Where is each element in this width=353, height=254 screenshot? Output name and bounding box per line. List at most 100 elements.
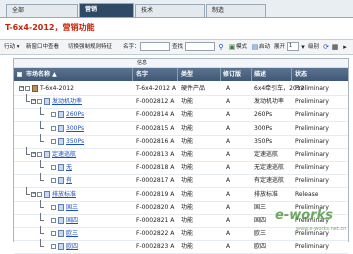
table-row[interactable]: 350Ps F-0002816 A 功能 A 350Ps Preliminary <box>14 133 348 149</box>
column-header-name[interactable]: 名字 <box>136 68 148 81</box>
market-name-link[interactable]: 发动机功率 <box>52 95 82 108</box>
column-header-type[interactable]: 类型 <box>181 68 193 81</box>
row-checkbox[interactable] <box>51 244 56 250</box>
market-name-link[interactable]: 排放标准 <box>52 188 76 201</box>
table-row[interactable]: − 排放标准 F-0002819 A 功能 A 排放标准 Release <box>14 186 348 202</box>
row-checkbox[interactable] <box>51 138 56 144</box>
tree-connector <box>26 154 30 155</box>
expand-level-select[interactable]: 1 <box>287 42 299 51</box>
toolbar: 行动 ▾ 新窗口中查看 切换强制规则特征 名字： 查找 ⚲ ▣ 模式 ▤ 启动 … <box>0 39 353 55</box>
row-checkbox[interactable] <box>51 204 56 210</box>
row-checkbox[interactable] <box>51 218 56 223</box>
row-checkbox[interactable] <box>51 112 56 118</box>
tree-connector <box>40 246 44 248</box>
feature-icon <box>44 151 50 158</box>
column-separator[interactable] <box>251 68 252 81</box>
row-checkbox[interactable] <box>51 231 56 237</box>
collapse-toggle[interactable]: − <box>31 99 36 105</box>
market-name-link[interactable]: 260Ps <box>66 108 84 121</box>
table-row[interactable]: 260Ps F-0002814 A 功能 A 260Ps Preliminary <box>14 107 348 123</box>
market-name-link[interactable]: 国三 <box>66 201 78 214</box>
open-new-window-button[interactable]: 新窗口中查看 <box>26 42 59 52</box>
name-value: F-0002816 <box>136 137 169 145</box>
mode-button[interactable]: 模式 <box>236 42 247 52</box>
name-value: F-0002821 <box>136 217 169 224</box>
tab-marketing[interactable]: 营销 <box>79 3 134 17</box>
collapse-toggle[interactable]: − <box>31 152 36 157</box>
row-checkbox[interactable] <box>51 125 56 131</box>
tab-technology[interactable]: 技术 <box>135 4 205 17</box>
market-name-link[interactable]: 欧三 <box>66 227 78 240</box>
description-cell: 发动机功率 <box>254 98 285 106</box>
row-checkbox[interactable] <box>37 191 42 197</box>
row-checkbox[interactable] <box>37 99 42 105</box>
name-cell: F-0002816 A <box>136 135 174 148</box>
table-row[interactable]: 无 F-0002818 A 功能 A 无定速巡航 Preliminary <box>14 160 348 176</box>
switch-rule-button[interactable]: 切换强制规则特征 <box>68 42 112 52</box>
table-row[interactable]: 欧四 F-0002823 A 功能 A 欧四 Preliminary <box>14 239 348 254</box>
column-header-description[interactable]: 描述 <box>254 68 266 81</box>
status-cell: Preliminary <box>295 164 329 172</box>
table-row[interactable]: 有 F-0002817 A 功能 A 有定速巡航 Preliminary <box>14 173 348 189</box>
name-rev: A <box>170 111 175 119</box>
row-checkbox[interactable] <box>51 165 56 171</box>
chevron-down-icon[interactable]: ▾ <box>299 43 307 51</box>
market-name-link[interactable]: 300Ps <box>66 122 84 135</box>
table-row[interactable]: − T-6x4-2012 T-6x4-2012 A 硬件产品 A 6x4牵引车，2012 P… <box>14 82 348 96</box>
type-cell: 功能 <box>181 124 194 132</box>
select-all-checkbox[interactable] <box>17 72 22 77</box>
refresh-icon[interactable]: ⟳ <box>322 43 330 51</box>
collapse-toggle[interactable]: − <box>19 86 24 91</box>
type-cell: 功能 <box>181 177 194 185</box>
column-separator[interactable] <box>220 68 221 81</box>
name-input[interactable] <box>140 42 170 51</box>
column-separator[interactable] <box>291 68 292 81</box>
tab-manufacturing[interactable]: 制造 <box>206 4 266 17</box>
column-separator[interactable] <box>177 68 178 81</box>
table-row[interactable]: − 定速巡航 F-0002813 A 功能 A 定速巡航 Preliminary <box>14 147 348 162</box>
collapse-toggle[interactable]: − <box>31 191 36 197</box>
revision-cell: A <box>226 217 231 224</box>
name-cell: F-0002820 A <box>136 201 174 214</box>
row-checkbox[interactable] <box>37 152 42 157</box>
search-input[interactable] <box>185 42 215 51</box>
name-value: F-0002817 <box>136 177 169 185</box>
start-button[interactable]: 启动 <box>259 42 270 52</box>
feature-icon <box>58 230 64 238</box>
revision-cell: A <box>226 230 231 238</box>
name-rev: A <box>170 137 175 145</box>
name-rev: A <box>170 243 175 251</box>
status-cell: Preliminary <box>295 124 329 132</box>
feature-icon <box>58 111 64 119</box>
more-icon[interactable]: ▸ <box>341 43 349 51</box>
type-cell: 功能 <box>181 98 194 106</box>
column-header-status[interactable]: 状态 <box>295 68 307 81</box>
search-icon[interactable]: ⚲ <box>217 43 225 51</box>
status-cell: Preliminary <box>295 151 329 158</box>
name-cell: F-0002813 A <box>136 148 174 161</box>
market-name-link[interactable]: 欧四 <box>66 240 78 253</box>
column-header-revision[interactable]: 修订版 <box>223 68 241 81</box>
market-name-link[interactable]: 国四 <box>66 214 78 227</box>
feature-icon <box>58 124 64 132</box>
feature-icon <box>58 177 64 185</box>
table-row[interactable]: 300Ps F-0002815 A 功能 A 300Ps Preliminary <box>14 120 348 136</box>
feature-icon <box>58 164 64 172</box>
market-name-link[interactable]: T-6x4-2012 <box>40 82 74 95</box>
row-checkbox[interactable] <box>25 86 30 91</box>
name-cell: F-0002822 A <box>136 227 174 240</box>
row-checkbox[interactable] <box>51 178 56 184</box>
market-name-link[interactable]: 无 <box>66 161 72 174</box>
market-name-link[interactable]: 350Ps <box>66 135 84 148</box>
column-header-row: 市场名称 ▲ 名字 类型 修订版 描述 状态 <box>14 68 348 81</box>
market-name-link[interactable]: 定速巡航 <box>52 148 76 161</box>
tab-all[interactable]: 全部 <box>6 4 78 17</box>
market-name-link[interactable]: 有 <box>66 174 72 187</box>
action-menu[interactable]: 行动 ▾ <box>4 42 20 52</box>
table-view-icon[interactable]: ▦ <box>331 43 339 51</box>
table-row[interactable]: − 发动机功率 F-0002812 A 功能 A 发动机功率 Preliminary <box>14 94 348 110</box>
name-value: F-0002822 <box>136 230 169 238</box>
column-separator[interactable] <box>132 68 133 81</box>
column-header-market-name[interactable]: 市场名称 ▲ <box>26 68 57 81</box>
name-cell: F-0002812 A <box>136 95 174 108</box>
